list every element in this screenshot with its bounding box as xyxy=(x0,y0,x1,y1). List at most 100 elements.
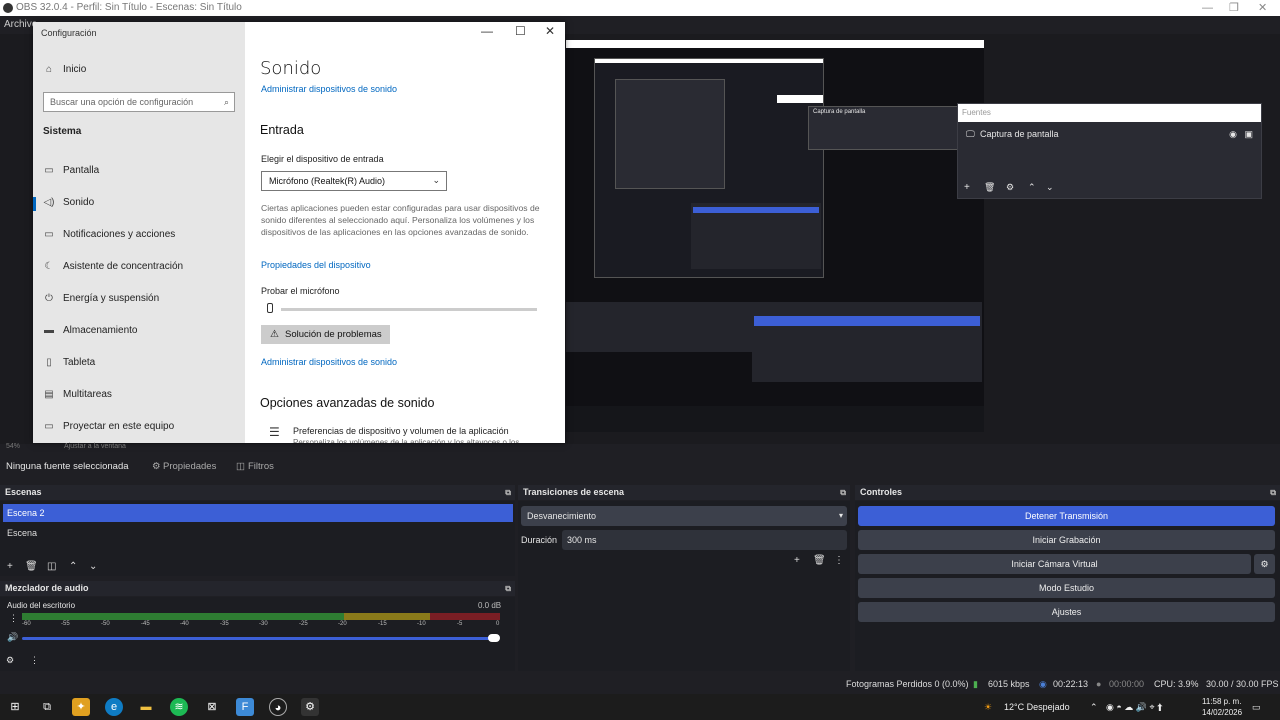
popout-icon[interactable]: ⧉ xyxy=(1270,485,1276,500)
start-recording-button[interactable]: Iniciar Grabación xyxy=(858,530,1275,550)
add-transition-icon[interactable]: + xyxy=(794,555,800,566)
mixer-dock-header: Mezclador de audio ⧉ xyxy=(0,581,515,596)
popout-icon[interactable]: ⧉ xyxy=(505,485,511,500)
sidebar-item-proyectar[interactable]: ▭ Proyectar en este equipo xyxy=(43,418,174,436)
add-scene-icon[interactable]: + xyxy=(7,561,13,572)
meter-tick: -50 xyxy=(101,621,110,627)
filters-button[interactable]: Filtros xyxy=(248,456,274,478)
notification-icon: ▭ xyxy=(44,229,54,240)
volume-slider-thumb[interactable] xyxy=(488,634,500,642)
mixer-settings-icon[interactable]: ⚙ xyxy=(6,655,14,666)
nested-sources: Captura de pantalla xyxy=(808,106,958,150)
kebab-icon[interactable]: ⋮ xyxy=(9,613,18,624)
start-virtual-camera-button[interactable]: Iniciar Cámara Virtual xyxy=(858,554,1251,574)
preview-sources-title: Fuentes xyxy=(958,104,1261,122)
tray-app-icons[interactable]: ◉ ◓ ☁ 🔊 ⌖ ⬆ xyxy=(1106,694,1163,720)
mic-level-meter xyxy=(281,308,537,311)
duration-input[interactable]: 300 ms xyxy=(562,530,847,550)
sidebar-item-notificaciones[interactable]: ▭ Notificaciones y acciones xyxy=(43,226,175,244)
manage-devices-link-bottom[interactable]: Administrar dispositivos de sonido xyxy=(261,357,397,367)
settings-maximize-icon[interactable]: ☐ xyxy=(515,24,526,38)
scene-item[interactable]: Escena 2 xyxy=(3,504,513,522)
settings-button[interactable]: Ajustes xyxy=(858,602,1275,622)
settings-minimize-icon[interactable]: — xyxy=(481,24,493,38)
troubleshoot-button[interactable]: ⚠ Solución de problemas xyxy=(261,325,390,344)
studio-mode-button[interactable]: Modo Estudio xyxy=(858,578,1275,598)
properties-button[interactable]: Propiedades xyxy=(163,456,216,478)
device-properties-link[interactable]: Propiedades del dispositivo xyxy=(261,260,371,270)
page-title: Sonido xyxy=(260,58,322,79)
record-icon: ● xyxy=(1096,679,1102,689)
mixer-channel-name: Audio del escritorio xyxy=(7,601,76,610)
settings-section-label: Sistema xyxy=(43,126,82,137)
tablet-icon: ▯ xyxy=(46,357,52,368)
preview-top-bar xyxy=(566,40,984,48)
mic-icon xyxy=(267,303,273,313)
filter-icon[interactable]: ◫ xyxy=(47,561,56,572)
clock-date[interactable]: 14/02/2026 xyxy=(1202,707,1242,719)
move-down-icon[interactable]: ⌄ xyxy=(89,561,97,572)
popout-icon[interactable]: ⧉ xyxy=(505,581,511,596)
preview-source-item: Captura de pantalla xyxy=(980,129,1059,139)
virtual-camera-settings-icon[interactable]: ⚙ xyxy=(1254,554,1275,574)
moon-icon: ☾ xyxy=(44,261,54,272)
notifications-icon[interactable]: ▭ xyxy=(1252,694,1261,720)
task-view-icon[interactable]: ⧉ xyxy=(38,698,56,716)
edge-icon[interactable]: e xyxy=(105,698,123,716)
capcut-icon[interactable]: ⊠ xyxy=(203,698,221,716)
settings-taskbar-icon[interactable]: ⚙ xyxy=(301,698,319,716)
stop-stream-button[interactable]: Detener Transmisión xyxy=(858,506,1275,526)
manage-devices-link-top[interactable]: Administrar dispositivos de sonido xyxy=(261,84,397,94)
windows-start-icon[interactable]: ⊞ xyxy=(6,698,24,716)
sidebar-item-energia[interactable]: ⏻ Energía y suspensión xyxy=(43,290,159,308)
kebab-icon[interactable]: ⋮ xyxy=(30,655,39,666)
spotify-icon[interactable]: ≋ xyxy=(170,698,188,716)
remove-transition-icon[interactable]: 🗑 xyxy=(813,555,826,566)
app-prefs-link[interactable]: Preferencias de dispositivo y volumen de… xyxy=(293,426,509,436)
storage-icon: ▬ xyxy=(44,325,54,336)
sidebar-item-sonido[interactable]: ◁) Sonido xyxy=(43,194,94,212)
sidebar-item-almacenamiento[interactable]: ▬ Almacenamiento xyxy=(43,322,137,340)
move-up-icon[interactable]: ⌃ xyxy=(69,561,77,572)
down-icon: ⌄ xyxy=(1046,182,1054,192)
input-heading: Entrada xyxy=(260,123,304,137)
settings-close-icon[interactable]: ✕ xyxy=(545,24,555,38)
sidebar-item-tableta[interactable]: ▯ Tableta xyxy=(43,354,95,372)
minimize-icon[interactable]: — xyxy=(1202,0,1213,16)
copilot-icon[interactable]: ✦ xyxy=(72,698,90,716)
warning-icon: ⚠ xyxy=(270,329,279,340)
input-device-select[interactable]: Micrófono (Realtek(R) Audio) ⌄ xyxy=(261,171,447,191)
volume-slider[interactable] xyxy=(22,637,496,640)
tray-expand-icon[interactable]: ⌃ xyxy=(1090,694,1098,720)
mini-controls xyxy=(752,302,982,382)
scale-hint: 54% xyxy=(6,443,21,450)
maximize-icon[interactable]: ❐ xyxy=(1229,0,1239,16)
no-source-label: Ninguna fuente seleccionada xyxy=(6,461,129,472)
popout-icon[interactable]: ⧉ xyxy=(840,485,846,500)
transition-select[interactable]: Desvanecimiento ▾ xyxy=(521,506,847,526)
kebab-icon[interactable]: ⋮ xyxy=(834,555,844,566)
transitions-dock-header: Transiciones de escena ⧉ xyxy=(518,485,850,500)
app-f-icon[interactable]: F xyxy=(236,698,254,716)
stream-time: 00:22:13 xyxy=(1053,679,1089,689)
sidebar-item-concentracion[interactable]: ☾ Asistente de concentración xyxy=(43,258,184,276)
sidebar-item-multitareas[interactable]: ▤ Multitareas xyxy=(43,386,112,404)
stream-preview[interactable]: Captura de pantalla xyxy=(566,40,984,432)
nested-preview xyxy=(594,58,824,278)
obs-taskbar-icon[interactable]: ◕ xyxy=(269,698,287,716)
scene-item[interactable]: Escena xyxy=(3,524,513,542)
file-explorer-icon[interactable]: ▬ xyxy=(137,698,155,716)
search-icon: ⌕ xyxy=(223,97,229,107)
weather-text[interactable]: 12°C Despejado xyxy=(1004,694,1070,720)
sidebar-item-pantalla[interactable]: ▭ Pantalla xyxy=(43,162,99,180)
advanced-heading: Opciones avanzadas de sonido xyxy=(260,396,435,410)
remove-scene-icon[interactable]: 🗑 xyxy=(25,561,38,572)
speaker-icon[interactable]: 🔊 xyxy=(7,632,18,643)
sidebar-item-inicio[interactable]: ⌂ Inicio xyxy=(43,61,86,79)
signal-icon: ▮ xyxy=(973,679,978,689)
meter-tick: -60 xyxy=(22,621,31,627)
close-icon[interactable]: ✕ xyxy=(1258,0,1267,16)
settings-search-input[interactable]: Buscar una opción de configuración ⌕ xyxy=(43,92,235,112)
obs-logo-icon xyxy=(3,3,13,13)
home-icon: ⌂ xyxy=(45,64,53,75)
